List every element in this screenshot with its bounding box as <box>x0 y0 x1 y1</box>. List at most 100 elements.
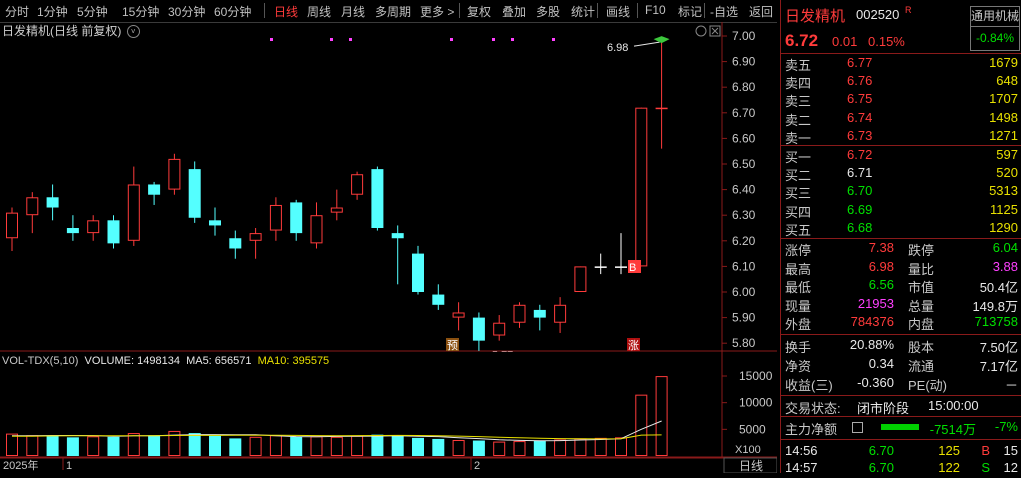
volume-tick-label: 15000 <box>739 369 773 383</box>
volume-bar-11 <box>229 438 242 456</box>
candle-7 <box>148 181 161 205</box>
volume-bar-21 <box>432 438 445 456</box>
volume-chart[interactable]: 15000 10000 5000 X100 2025年 1 2 日线 <box>0 352 777 473</box>
volume-bar-6 <box>127 433 140 456</box>
toolbar-item-2[interactable]: 5分钟 <box>77 3 108 20</box>
bid-price: 6.69 <box>847 201 873 217</box>
candle-body <box>635 107 648 267</box>
bid-volume: 520 <box>996 165 1018 181</box>
volume-bar-13 <box>269 435 282 456</box>
marker-yu: 预 <box>447 339 458 352</box>
candle-body <box>371 169 384 228</box>
candle-1 <box>26 192 39 234</box>
ask-volume: 1679 <box>989 55 1018 70</box>
signal-dot <box>270 38 273 41</box>
quote-panel: 日发精机 002520 R 通用机械 6.72 0.01 0.15% -0.84% 卖五 6.77… <box>780 0 1021 475</box>
toolbar-item-9[interactable]: 多周期 <box>375 3 411 20</box>
bid-volume: 5313 <box>989 183 1018 199</box>
trade-status-time: 15:00:00 <box>928 398 979 413</box>
ask-volume: 1271 <box>989 127 1018 143</box>
ask-volume: 1707 <box>989 91 1018 107</box>
ask-price: 6.75 <box>847 91 873 107</box>
candle-23 <box>472 312 485 351</box>
period-button-label[interactable]: 日线 <box>739 459 763 473</box>
toolbar-item-6[interactable]: 日线 <box>274 3 298 20</box>
y-tick-label: 6.40 <box>732 183 756 197</box>
divider-stats <box>781 334 1021 335</box>
stat-label: 涨停 <box>785 243 812 258</box>
candle-8 <box>168 153 181 195</box>
candle-body <box>615 266 627 268</box>
trade-status-value: 闭市阶段 <box>857 401 910 416</box>
stock-code: 002520 <box>856 7 900 22</box>
toolbar-item-12[interactable]: 叠加 <box>502 3 526 20</box>
divider-status <box>781 416 1021 417</box>
toolbar-item-19[interactable]: 返回 <box>749 3 773 20</box>
marker-zhang: 涨 <box>628 339 639 352</box>
bid-row-2: 买二 6.71 520 <box>785 165 1018 183</box>
price-change: 0.01 <box>832 34 858 49</box>
divider-flow <box>781 439 1021 440</box>
main-flow-label: 主力净额 <box>785 422 838 437</box>
toolbar-item-11[interactable]: 复权 <box>467 3 491 20</box>
toolbar-item-3[interactable]: 15分钟 <box>122 3 159 20</box>
ask-row-4: 卖四 6.76 648 <box>785 73 1018 91</box>
signal-dot <box>330 38 333 41</box>
volume-bar-27 <box>554 439 567 456</box>
bid-volume: 1125 <box>990 201 1018 217</box>
toolbar-item-10[interactable]: 更多 > <box>420 3 454 20</box>
trade-status-row: 交易状态: 闭市阶段 15:00:00 <box>785 398 1018 416</box>
stat-row-0: 涨停 7.38 跌停 6.04 <box>785 240 1018 258</box>
toolbar-item-8[interactable]: 月线 <box>341 3 365 20</box>
candle-10 <box>209 207 221 236</box>
candle-28 <box>574 266 587 292</box>
toolbar-item-4[interactable]: 30分钟 <box>168 3 205 20</box>
toolbar-item-5[interactable]: 60分钟 <box>214 3 251 20</box>
candle-body <box>513 304 526 323</box>
candle-12 <box>249 228 262 259</box>
candle-26 <box>533 304 546 331</box>
candle-body <box>432 294 445 305</box>
volume-bar-5 <box>107 436 120 456</box>
volume-bar-24 <box>493 441 506 456</box>
high-price-label: 6.98 <box>607 42 628 54</box>
ask-price: 6.76 <box>847 73 873 89</box>
stat-value: 6.98 <box>868 258 894 274</box>
candle-body <box>127 184 140 241</box>
candle-16 <box>330 189 343 221</box>
bid-label: 买一 <box>785 150 812 165</box>
bid-label: 买二 <box>785 168 812 184</box>
ask-label: 卖三 <box>785 94 812 110</box>
toolbar-item-1[interactable]: 1分钟 <box>37 3 68 20</box>
candle-18 <box>371 166 384 231</box>
toolbar-item-16[interactable]: F10 <box>645 3 666 17</box>
toolbar-item-18[interactable]: -自选 <box>710 3 738 20</box>
candle-body <box>290 202 303 234</box>
toolbar-item-0[interactable]: 分时 <box>5 3 29 20</box>
stat-value: 7.38 <box>868 240 894 255</box>
high-price-arrow <box>633 41 660 47</box>
toolbar-item-15[interactable]: 画线 <box>606 3 630 20</box>
sector-button[interactable]: 通用机械 <box>970 6 1020 27</box>
fundamental-label: 净资 <box>785 359 812 374</box>
toolbar-item-7[interactable]: 周线 <box>307 3 331 20</box>
main-flow-value: -7514万 <box>929 422 976 437</box>
toolbar-item-13[interactable]: 多股 <box>536 3 560 20</box>
ask-label: 卖一 <box>785 130 812 146</box>
toolbar-item-14[interactable]: 统计 <box>571 3 595 20</box>
candlestick-chart[interactable]: 7.00 6.90 6.80 6.70 6.60 6.50 6.40 6.30 6.20 6.10… <box>0 22 777 352</box>
toolbar-item-17[interactable]: 标记 <box>678 3 702 20</box>
bid-label: 买五 <box>785 222 812 238</box>
stat-value: 149.8万 <box>972 298 1018 314</box>
volume-bar-14 <box>290 436 303 456</box>
candle-body <box>310 215 323 244</box>
volume-bar-15 <box>310 436 323 457</box>
list-icon[interactable] <box>852 422 863 433</box>
candle-body <box>493 322 506 336</box>
toolbar-separator <box>637 3 638 18</box>
volume-bar-30 <box>615 437 627 457</box>
stat-label: 最低 <box>785 280 812 295</box>
ask-row-5: 卖五 6.77 1679 <box>785 55 1018 73</box>
stat-label: 量比 <box>908 261 935 277</box>
volume-bar-10 <box>209 435 221 456</box>
